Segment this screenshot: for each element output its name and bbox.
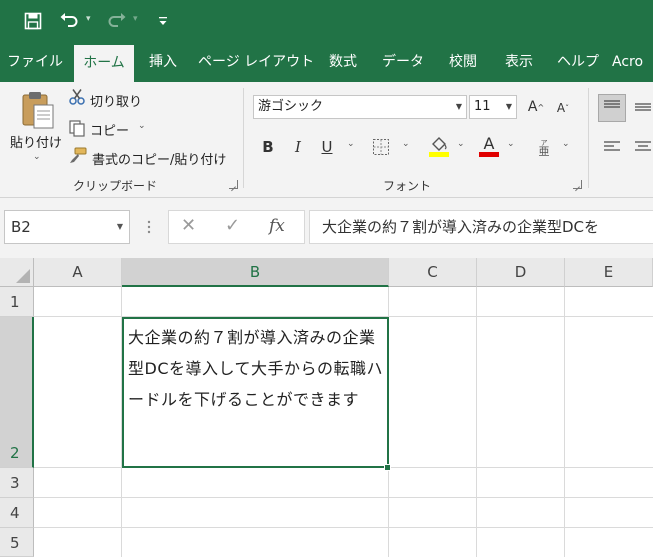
redo-dropdown-icon: ▾ bbox=[133, 14, 138, 24]
tab-acrobat[interactable]: Acro bbox=[612, 42, 653, 82]
name-box-value: B2 bbox=[11, 218, 31, 236]
formula-input[interactable]: 大企業の約７割が導入済みの企業型DCを bbox=[309, 210, 653, 244]
column-header-a[interactable]: A bbox=[34, 258, 122, 287]
chevron-down-icon: ▼ bbox=[505, 102, 512, 111]
format-painter-icon[interactable] bbox=[68, 147, 88, 169]
chevron-down-icon[interactable]: ▼ bbox=[117, 211, 123, 243]
ribbon-home: 貼り付け ⌄ 切り取り コピー ⌄ 書式のコピー/貼り付け クリップボード 游ゴ… bbox=[0, 82, 653, 198]
quick-access-toolbar: ▾ ▾ bbox=[0, 0, 653, 42]
gridline bbox=[476, 287, 477, 557]
decrease-font-size-icon[interactable]: Aˇ bbox=[551, 96, 575, 120]
svg-text:亜: 亜 bbox=[539, 145, 550, 156]
enter-icon[interactable]: ✓ bbox=[225, 215, 240, 236]
align-center-icon[interactable] bbox=[634, 139, 652, 159]
column-header-e[interactable]: E bbox=[565, 258, 653, 287]
borders-icon[interactable] bbox=[372, 138, 390, 160]
select-all-button[interactable] bbox=[0, 258, 34, 287]
cut-icon[interactable] bbox=[68, 88, 86, 110]
tab-formulas[interactable]: 数式 bbox=[320, 42, 366, 82]
row-header-3[interactable]: 3 bbox=[0, 468, 34, 498]
group-separator bbox=[588, 88, 589, 188]
worksheet-grid: A B C D E 1 2 3 4 5 大企業の約７割が導入済みの企業型DCを導… bbox=[0, 258, 653, 557]
customize-qat-icon[interactable] bbox=[155, 0, 171, 42]
tab-review[interactable]: 校閲 bbox=[440, 42, 486, 82]
clipboard-launcher-icon[interactable] bbox=[229, 180, 238, 189]
column-header-c[interactable]: C bbox=[389, 258, 477, 287]
tab-insert[interactable]: 挿入 bbox=[140, 42, 186, 82]
font-group-label: フォント bbox=[383, 179, 432, 193]
column-header-b[interactable]: B bbox=[122, 258, 389, 287]
fill-color-dropdown-icon[interactable]: ⌄ bbox=[457, 139, 465, 149]
phonetic-dropdown-icon[interactable]: ⌄ bbox=[562, 139, 570, 149]
increase-font-size-icon[interactable]: A ^ bbox=[524, 95, 548, 119]
cut-button[interactable]: 切り取り bbox=[90, 91, 142, 110]
font-name-value: 游ゴシック bbox=[258, 99, 324, 114]
row-header-5[interactable]: 5 bbox=[0, 528, 34, 557]
chevron-down-icon: ▼ bbox=[455, 102, 462, 111]
cell-b2[interactable]: 大企業の約７割が導入済みの企業型DCを導入して大手からの転職ハードルを下げること… bbox=[122, 317, 389, 468]
svg-text:A: A bbox=[484, 134, 495, 153]
tab-home[interactable]: ホーム bbox=[74, 45, 134, 82]
font-launcher-icon[interactable] bbox=[573, 180, 582, 189]
tab-file[interactable]: ファイル bbox=[4, 42, 66, 82]
font-size-value: 11 bbox=[474, 99, 491, 114]
tab-data[interactable]: データ bbox=[376, 42, 430, 82]
name-box[interactable]: B2 ▼ bbox=[4, 210, 130, 244]
cancel-icon[interactable]: ✕ bbox=[181, 215, 196, 236]
tab-view[interactable]: 表示 bbox=[496, 42, 542, 82]
font-color-dropdown-icon[interactable]: ⌄ bbox=[507, 139, 515, 149]
copy-button[interactable]: コピー bbox=[90, 120, 129, 139]
paste-button[interactable]: 貼り付け bbox=[10, 132, 62, 151]
italic-button[interactable]: I bbox=[286, 135, 310, 159]
row-header-2[interactable]: 2 bbox=[0, 317, 34, 468]
paste-dropdown-icon[interactable]: ⌄ bbox=[33, 152, 41, 162]
gridline bbox=[34, 527, 653, 528]
fill-color-icon[interactable] bbox=[428, 134, 450, 162]
paste-icon[interactable] bbox=[20, 90, 56, 134]
row-header-1[interactable]: 1 bbox=[0, 287, 34, 317]
align-left-icon[interactable] bbox=[603, 139, 621, 159]
clipboard-group-label: クリップボード bbox=[73, 179, 158, 193]
borders-dropdown-icon[interactable]: ⌄ bbox=[402, 139, 410, 149]
copy-dropdown-icon[interactable]: ⌄ bbox=[138, 121, 146, 131]
row-header-4[interactable]: 4 bbox=[0, 498, 34, 528]
formula-bar-grip-icon[interactable] bbox=[146, 218, 152, 236]
tab-help[interactable]: ヘルプ bbox=[552, 42, 604, 82]
group-separator bbox=[243, 88, 244, 188]
align-middle-icon[interactable] bbox=[634, 98, 652, 120]
fill-handle[interactable] bbox=[384, 464, 391, 471]
formula-bar-area: B2 ▼ ✕ ✓ fx 大企業の約７割が導入済みの企業型DCを bbox=[0, 198, 653, 258]
format-painter-button[interactable]: 書式のコピー/貼り付け bbox=[92, 149, 226, 168]
undo-icon[interactable] bbox=[55, 0, 83, 42]
font-name-combo[interactable]: 游ゴシック ▼ bbox=[253, 95, 467, 119]
bold-button[interactable]: B bbox=[256, 135, 280, 159]
underline-dropdown-icon[interactable]: ⌄ bbox=[347, 139, 355, 149]
insert-function-icon[interactable]: fx bbox=[269, 216, 285, 236]
column-header-d[interactable]: D bbox=[477, 258, 565, 287]
align-top-icon[interactable] bbox=[598, 94, 626, 122]
ribbon-tab-bar: ファイル ホーム 挿入 ページ レイアウト 数式 データ 校閲 表示 ヘルプ A… bbox=[0, 42, 653, 82]
gridline bbox=[564, 287, 565, 557]
formula-buttons: ✕ ✓ fx bbox=[168, 210, 305, 244]
copy-icon[interactable] bbox=[68, 119, 86, 141]
font-size-combo[interactable]: 11 ▼ bbox=[469, 95, 517, 119]
tab-page-layout[interactable]: ページ レイアウト bbox=[198, 42, 314, 82]
undo-dropdown-icon[interactable]: ▾ bbox=[86, 14, 91, 24]
phonetic-guide-icon[interactable]: ア亜 bbox=[535, 136, 553, 160]
font-color-icon[interactable]: A bbox=[478, 134, 500, 162]
gridline bbox=[34, 497, 653, 498]
redo-icon bbox=[104, 0, 130, 42]
underline-button[interactable]: U bbox=[315, 135, 339, 159]
save-icon[interactable] bbox=[18, 0, 48, 42]
